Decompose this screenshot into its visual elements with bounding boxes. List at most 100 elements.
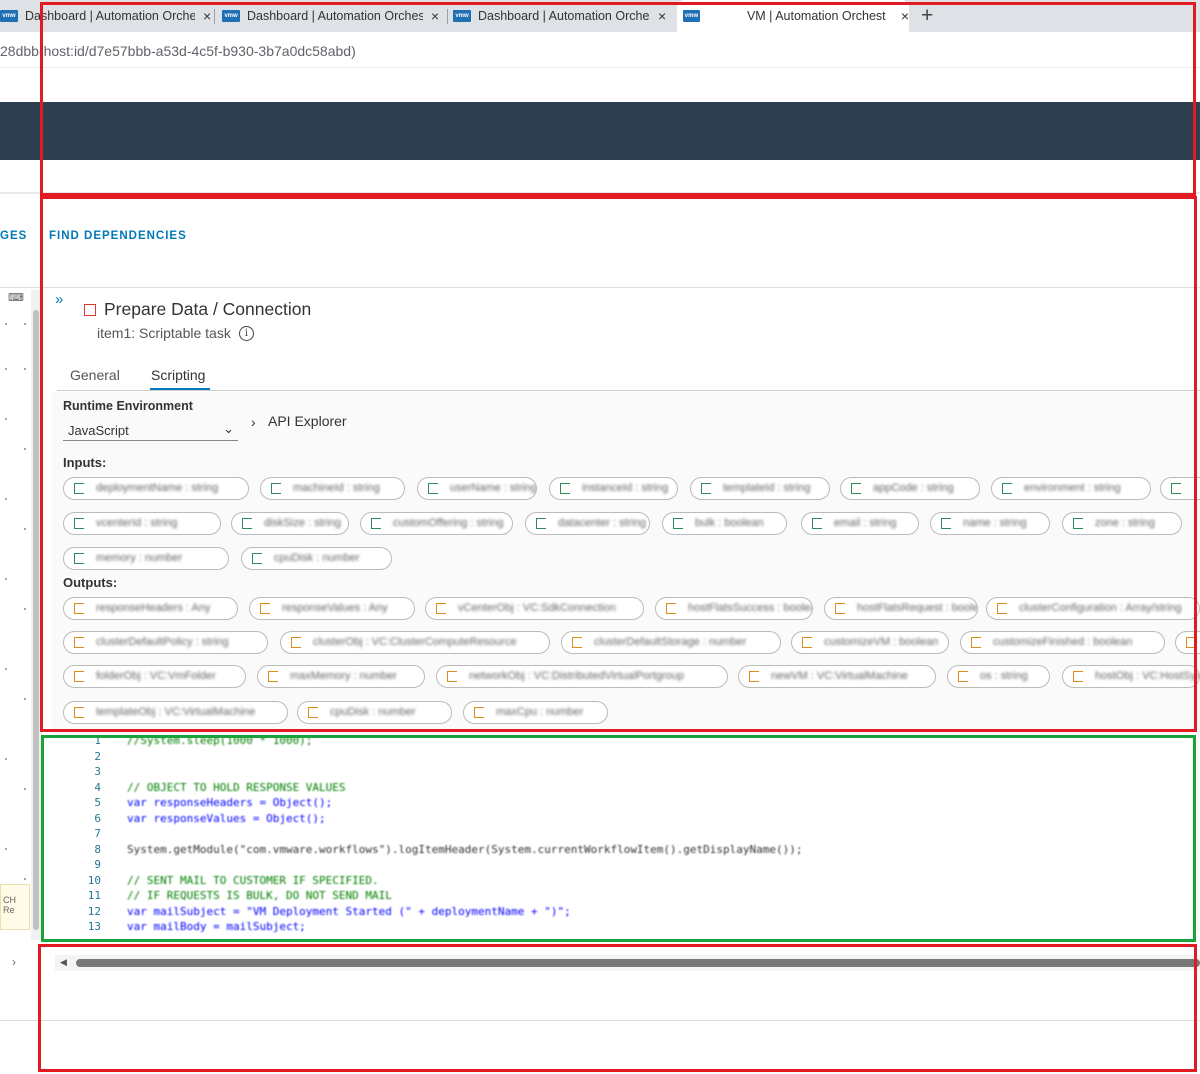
input-parameter-chip[interactable]: appCode : string bbox=[840, 477, 980, 500]
output-parameter-chip[interactable]: hostObj : VC:HostSystem bbox=[1062, 665, 1200, 688]
close-tab-icon[interactable]: × bbox=[203, 8, 211, 24]
input-parameter-chip[interactable]: email : string bbox=[801, 512, 919, 535]
output-variable-icon bbox=[436, 603, 446, 614]
output-parameter-chip[interactable]: clusterDefaultStorage : number bbox=[561, 631, 781, 654]
keyboard-icon[interactable]: ⌨ bbox=[8, 291, 24, 304]
output-parameter-chip[interactable]: os : string bbox=[947, 665, 1050, 688]
tab-find-dependencies[interactable]: FIND DEPENDENCIES bbox=[49, 230, 187, 242]
output-variable-icon bbox=[74, 603, 84, 614]
output-parameter-chip[interactable]: clusterConfiguration : Array/string bbox=[986, 597, 1200, 620]
new-tab-button[interactable]: + bbox=[921, 4, 933, 28]
input-parameter-chip[interactable]: diskSize : string bbox=[231, 512, 349, 535]
input-parameter-chip[interactable]: userName : string bbox=[417, 477, 537, 500]
input-parameter-chip[interactable]: memory : number bbox=[63, 547, 229, 570]
browser-tab-title: VM | Automation Orchest bbox=[746, 9, 886, 23]
scriptable-task-icon bbox=[84, 304, 96, 316]
input-variable-icon bbox=[74, 518, 84, 529]
parameter-label: email : string bbox=[834, 517, 897, 529]
expand-panel-icon[interactable]: » bbox=[55, 291, 63, 308]
code-line[interactable]: // IF REQUESTS IS BULK, DO NOT SEND MAIL bbox=[127, 889, 392, 902]
output-parameter-chip[interactable]: maxMemory : number bbox=[257, 665, 425, 688]
code-line[interactable]: // OBJECT TO HOLD RESPONSE VALUES bbox=[127, 781, 346, 794]
output-parameter-chip[interactable]: templateObj : VC:VirtualMachine bbox=[63, 701, 288, 724]
output-parameter-chip[interactable]: responseHeaders : Any bbox=[63, 597, 238, 620]
parameter-label: vcenterId : string bbox=[96, 517, 178, 529]
code-line[interactable]: //System.sleep(1000 * 1000); bbox=[127, 737, 312, 747]
task-subtitle: item1: Scriptable task bbox=[97, 325, 231, 341]
browser-tab-active[interactable]: vmw VM | Automation Orchest × bbox=[677, 0, 909, 32]
output-parameter-chip[interactable]: customizeFinished : boolean bbox=[960, 631, 1165, 654]
input-parameter-chip[interactable]: datacenter : string bbox=[525, 512, 650, 535]
code-line[interactable]: var responseHeaders = Object(); bbox=[127, 796, 332, 809]
output-variable-icon bbox=[971, 637, 981, 648]
close-tab-icon[interactable]: × bbox=[431, 8, 439, 24]
output-parameter-chip[interactable]: clusterDefaultPolicy : string bbox=[63, 631, 268, 654]
line-number: 10 bbox=[87, 873, 101, 887]
canvas-scrollbar-thumb[interactable] bbox=[33, 310, 39, 930]
code-line[interactable]: var mailBody = mailSubject; bbox=[127, 920, 306, 933]
input-parameter-chip[interactable]: environment : string bbox=[991, 477, 1151, 500]
output-parameter-chip[interactable]: cpuDisk : number bbox=[297, 701, 452, 724]
input-parameter-chip[interactable]: deploymentName : string bbox=[63, 477, 249, 500]
workflow-canvas[interactable]: ⌨ bbox=[0, 288, 30, 933]
info-icon[interactable]: i bbox=[239, 326, 254, 341]
input-parameter-chip[interactable]: customOffering : string bbox=[360, 512, 513, 535]
scroll-left-arrow-icon[interactable]: ◀ bbox=[60, 957, 67, 968]
parameter-label: folderObj : VC:VmFolder bbox=[96, 670, 216, 682]
parameter-label: machineId : string bbox=[293, 482, 380, 494]
output-parameter-chip[interactable]: clusterObj : VC:ClusterComputeResource bbox=[280, 631, 550, 654]
input-parameter-chip[interactable]: instanceId : string bbox=[549, 477, 678, 500]
input-parameter-chip[interactable]: templateId : string bbox=[690, 477, 830, 500]
browser-tab-title: Dashboard | Automation Orchestr bbox=[478, 9, 650, 23]
output-parameter-chip[interactable]: responseValues : Any bbox=[249, 597, 415, 620]
output-parameter-chip[interactable]: vCenterObj : VC:SdkConnection bbox=[425, 597, 644, 620]
output-parameter-chip[interactable]: hostFlatsSuccess : boolean bbox=[655, 597, 813, 620]
output-variable-icon bbox=[802, 637, 812, 648]
browser-tab[interactable]: vmw Dashboard | Automation Orchestr × bbox=[453, 0, 675, 32]
output-parameter-chip[interactable]: folderObj : VC:VmFolder bbox=[63, 665, 246, 688]
input-parameter-chip[interactable]: cpuDisk : number bbox=[241, 547, 392, 570]
tab-changes[interactable]: GES bbox=[0, 230, 27, 242]
runtime-environment-select[interactable]: JavaScript ⌄ bbox=[63, 420, 238, 441]
vmw-favicon-icon: vmw bbox=[683, 10, 700, 22]
output-parameter-chip[interactable]: customizeVM : boolean bbox=[791, 631, 949, 654]
parameter-label: os : string bbox=[980, 670, 1028, 682]
input-parameter-chip[interactable]: name : string bbox=[930, 512, 1050, 535]
line-number: 2 bbox=[94, 749, 101, 763]
input-parameter-chip[interactable]: vcenterId : string bbox=[63, 512, 221, 535]
line-number: 1 bbox=[94, 737, 101, 747]
browser-tab[interactable]: vmw Dashboard | Automation Orchestr × bbox=[0, 0, 212, 32]
tab-separator bbox=[447, 9, 448, 24]
horizontal-scrollbar-thumb[interactable] bbox=[76, 959, 1200, 967]
code-line[interactable]: System.getModule("com.vmware.workflows")… bbox=[127, 843, 803, 856]
task-title: Prepare Data / Connection bbox=[104, 299, 312, 319]
input-parameter-chip[interactable]: zone : string bbox=[1062, 512, 1182, 535]
runtime-environment-value: JavaScript bbox=[68, 423, 129, 438]
input-parameter-chip[interactable] bbox=[1160, 477, 1200, 500]
script-editor[interactable]: 1 //System.sleep(1000 * 1000); 2 3 4 // OBJEC… bbox=[45, 737, 1195, 940]
browser-tab[interactable]: vmw Dashboard | Automation Orchestr × bbox=[222, 0, 447, 32]
close-tab-icon[interactable]: × bbox=[901, 8, 909, 24]
parameter-label: responseValues : Any bbox=[282, 602, 388, 614]
address-bar[interactable]: 28dbb(host:id/d7e57bbb-a53d-4c5f-b930-3b… bbox=[0, 32, 1200, 68]
output-parameter-chip[interactable]: networkObj : VC:DistributedVirtualPortgr… bbox=[436, 665, 728, 688]
code-line[interactable]: // SENT MAIL TO CUSTOMER IF SPECIFIED. bbox=[127, 874, 379, 887]
api-explorer-toggle[interactable]: API Explorer bbox=[268, 413, 347, 429]
code-line[interactable]: var mailSubject = "VM Deployment Started… bbox=[127, 905, 571, 918]
chevron-right-icon[interactable]: › bbox=[251, 414, 256, 430]
expand-sidebar-icon[interactable]: › bbox=[12, 955, 16, 969]
line-number: 3 bbox=[94, 765, 101, 778]
input-variable-icon bbox=[536, 518, 546, 529]
input-parameter-chip[interactable]: machineId : string bbox=[260, 477, 405, 500]
address-text[interactable]: 28dbb(host:id/d7e57bbb-a53d-4c5f-b930-3b… bbox=[0, 43, 356, 59]
input-parameter-chip[interactable]: bulk : boolean bbox=[662, 512, 787, 535]
code-line[interactable]: var responseValues = Object(); bbox=[127, 812, 326, 825]
tab-scripting[interactable]: Scripting bbox=[151, 367, 205, 383]
tab-general[interactable]: General bbox=[70, 367, 120, 383]
output-parameter-chip[interactable]: newVM : VC:VirtualMachine bbox=[738, 665, 936, 688]
output-parameter-chip[interactable]: maxCpu : number bbox=[463, 701, 608, 724]
output-variable-icon bbox=[74, 707, 84, 718]
output-parameter-chip[interactable]: hostFlatsRequest : boolean bbox=[824, 597, 978, 620]
output-parameter-chip[interactable] bbox=[1175, 631, 1200, 654]
close-tab-icon[interactable]: × bbox=[658, 8, 666, 24]
